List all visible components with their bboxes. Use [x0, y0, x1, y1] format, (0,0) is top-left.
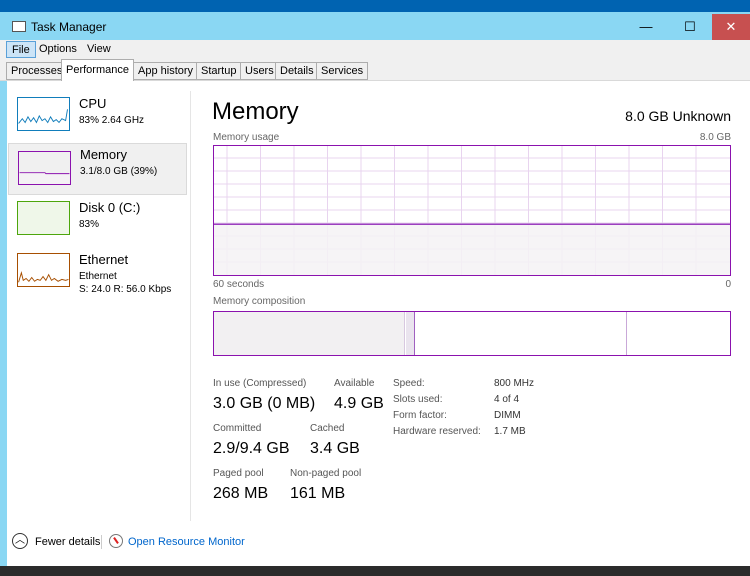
memory-thumbnail-graph: [18, 151, 71, 185]
detail-key: Form factor:: [393, 410, 447, 421]
taskbar: [0, 566, 750, 576]
menu-file[interactable]: File: [6, 41, 36, 58]
detail-value: 1.7 MB: [494, 426, 526, 437]
sidebar-ethernet-name: Ethernet: [79, 252, 129, 267]
detail-value: DIMM: [494, 410, 521, 421]
sidebar-disk-sub: 83%: [79, 219, 100, 230]
open-resource-monitor-link[interactable]: Open Resource Monitor: [128, 536, 245, 548]
available-label: Available: [334, 378, 375, 389]
composition-label: Memory composition: [213, 296, 306, 307]
resource-monitor-icon: [109, 534, 123, 548]
memory-usage-graph: [213, 145, 731, 276]
cached-label: Cached: [310, 423, 345, 434]
tab-performance[interactable]: Performance: [61, 59, 134, 81]
page-title: Memory: [212, 98, 299, 125]
composition-modified[interactable]: [406, 312, 415, 355]
memory-composition-bar: [213, 311, 731, 356]
sidebar-item-memory[interactable]: Memory 3.1/8.0 GB (39%): [8, 143, 187, 195]
nonpaged-pool-value: 161 MB: [290, 485, 346, 502]
detail-key: Speed:: [393, 378, 425, 389]
time-left-label: 60 seconds: [213, 279, 265, 290]
sidebar-item-cpu[interactable]: CPU 83% 2.64 GHz: [8, 93, 187, 145]
time-right-label: 0: [725, 279, 731, 290]
sidebar-disk-name: Disk 0 (C:): [79, 200, 141, 215]
committed-label: Committed: [213, 423, 262, 434]
paged-pool-label: Paged pool: [213, 468, 264, 479]
usage-label: Memory usage: [213, 132, 280, 143]
usage-max: 8.0 GB: [699, 132, 731, 143]
sidebar-cpu-name: CPU: [79, 96, 107, 111]
sidebar-item-ethernet[interactable]: Ethernet Ethernet S: 24.0 R: 56.0 Kbps: [8, 249, 187, 301]
composition-in-use[interactable]: [214, 312, 405, 355]
sidebar-item-disk[interactable]: Disk 0 (C:) 83%: [8, 197, 187, 249]
composition-standby[interactable]: [416, 312, 627, 355]
tab-processes[interactable]: Processes: [6, 62, 68, 80]
minimize-button[interactable]: —: [624, 14, 668, 40]
paged-pool-value: 268 MB: [213, 485, 269, 502]
nonpaged-pool-label: Non-paged pool: [290, 468, 362, 479]
detail-value: 4 of 4: [494, 394, 520, 405]
task-manager-icon: [12, 21, 26, 32]
detail-key: Slots used:: [393, 394, 443, 405]
detail-value: 800 MHz: [494, 378, 535, 389]
disk-thumbnail-graph: [17, 201, 70, 235]
desktop-top-bar: [0, 0, 750, 12]
footer-separator: [101, 535, 102, 549]
detail-key: Hardware reserved:: [393, 426, 481, 437]
close-button[interactable]: ✕: [712, 14, 750, 40]
committed-value: 2.9/9.4 GB: [213, 440, 290, 457]
tab-users[interactable]: Users: [240, 62, 279, 80]
sidebar-ethernet-sub: Ethernet: [79, 271, 117, 282]
menu-bar: File Options View: [0, 40, 750, 59]
panel-divider: [190, 91, 191, 521]
composition-free[interactable]: [628, 312, 730, 355]
menu-view[interactable]: View: [82, 41, 116, 58]
menu-options[interactable]: Options: [34, 41, 82, 58]
in-use-value: 3.0 GB (0 MB): [213, 395, 316, 412]
tab-services[interactable]: Services: [316, 62, 369, 80]
available-value: 4.9 GB: [334, 395, 384, 412]
cached-value: 3.4 GB: [310, 440, 360, 457]
sidebar-cpu-sub: 83% 2.64 GHz: [79, 115, 145, 126]
sidebar-memory-name: Memory: [80, 147, 127, 162]
tab-app-history[interactable]: App history: [133, 62, 199, 80]
performance-panel: CPU 83% 2.64 GHz Memory 3.1/8.0 GB (39%)…: [7, 81, 750, 566]
sidebar-ethernet-rate: S: 24.0 R: 56.0 Kbps: [79, 284, 172, 295]
fewer-details-button[interactable]: Fewer details: [35, 536, 100, 548]
cpu-thumbnail-graph: [17, 97, 70, 131]
maximize-button[interactable]: ☐: [668, 14, 712, 40]
tab-startup[interactable]: Startup: [196, 62, 242, 80]
tab-bar: Processes Performance App history Startu…: [0, 59, 750, 81]
sidebar-memory-sub: 3.1/8.0 GB (39%): [80, 166, 158, 177]
ethernet-thumbnail-graph: [17, 253, 70, 287]
memory-capacity: 8.0 GB Unknown: [625, 108, 731, 124]
tab-details[interactable]: Details: [275, 62, 319, 80]
in-use-label: In use (Compressed): [213, 378, 307, 389]
window-title: Task Manager: [31, 20, 107, 34]
chevron-up-icon[interactable]: ︿: [12, 533, 28, 549]
usage-fill: [214, 224, 730, 275]
title-bar: Task Manager — ☐ ✕: [0, 12, 750, 40]
